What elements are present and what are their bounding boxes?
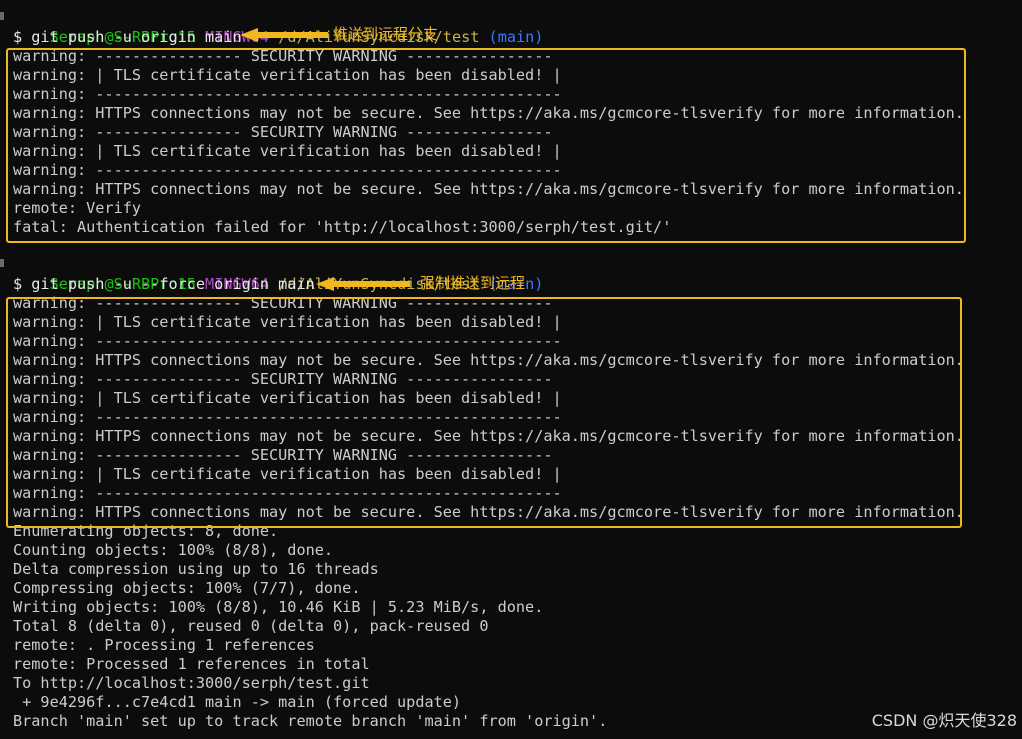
output-line: warning: ---------------- SECURITY WARNI…: [13, 370, 553, 388]
arrow-left-icon: [316, 277, 410, 291]
annotation-label: 推送到远程分支: [333, 25, 439, 43]
output-line: warning: ---------------- SECURITY WARNI…: [13, 294, 553, 312]
output-line: warning: ---------------- SECURITY WARNI…: [13, 446, 553, 464]
result-line: Compressing objects: 100% (7/7), done.: [13, 579, 361, 597]
output-line: warning: HTTPS connections may not be se…: [13, 351, 964, 369]
result-line: remote: . Processing 1 references: [13, 636, 315, 654]
scrollback-marker: [0, 259, 4, 267]
output-line: warning: | TLS certificate verification …: [13, 389, 562, 407]
output-line: warning: -------------------------------…: [13, 85, 562, 103]
result-line: + 9e4296f...c7e4cd1 main -> main (forced…: [13, 693, 462, 711]
output-line: warning: | TLS certificate verification …: [13, 142, 562, 160]
output-line: warning: ---------------- SECURITY WARNI…: [13, 123, 553, 141]
output-line: warning: ---------------- SECURITY WARNI…: [13, 47, 553, 65]
shell-prompt: Seraph@S-RBPro15 MINGW64 /d/AliYunSyncdi…: [13, 9, 544, 46]
result-line: Enumerating objects: 8, done.: [13, 522, 279, 540]
output-line: remote: Verify: [13, 199, 142, 217]
prompt-branch: (main): [488, 28, 544, 46]
result-line: Total 8 (delta 0), reused 0 (delta 0), p…: [13, 617, 489, 635]
output-line: warning: | TLS certificate verification …: [13, 465, 562, 483]
output-line: warning: HTTPS connections may not be se…: [13, 180, 964, 198]
shell-prompt: Seraph@S-RBPro15 MINGW64 /d/AliYunSyncdi…: [13, 256, 544, 293]
output-line: warning: HTTPS connections may not be se…: [13, 427, 964, 445]
output-line: warning: -------------------------------…: [13, 161, 562, 179]
arrow-left-icon: [240, 28, 328, 42]
result-line: Writing objects: 100% (8/8), 10.46 KiB |…: [13, 598, 544, 616]
output-line: warning: | TLS certificate verification …: [13, 66, 562, 84]
output-line: warning: | TLS certificate verification …: [13, 313, 562, 331]
result-line: Counting objects: 100% (8/8), done.: [13, 541, 334, 559]
output-line: warning: HTTPS connections may not be se…: [13, 503, 964, 521]
result-line: Branch 'main' set up to track remote bra…: [13, 712, 608, 730]
output-line: warning: -------------------------------…: [13, 484, 562, 502]
result-line: remote: Processed 1 references in total: [13, 655, 370, 673]
result-line: To http://localhost:3000/serph/test.git: [13, 674, 370, 692]
output-line: warning: -------------------------------…: [13, 332, 562, 350]
watermark: CSDN @炽天使328: [871, 711, 1017, 730]
scrollback-marker: [0, 12, 4, 20]
annotation-label: 强制推送到远程: [420, 274, 526, 292]
command-line: $ git push -u --force origin main: [13, 275, 315, 293]
output-line: warning: HTTPS connections may not be se…: [13, 104, 964, 122]
output-line: warning: -------------------------------…: [13, 408, 562, 426]
command-line: $ git push -u origin main: [13, 28, 242, 46]
output-line: fatal: Authentication failed for 'http:/…: [13, 218, 672, 236]
result-line: Delta compression using up to 16 threads: [13, 560, 379, 578]
